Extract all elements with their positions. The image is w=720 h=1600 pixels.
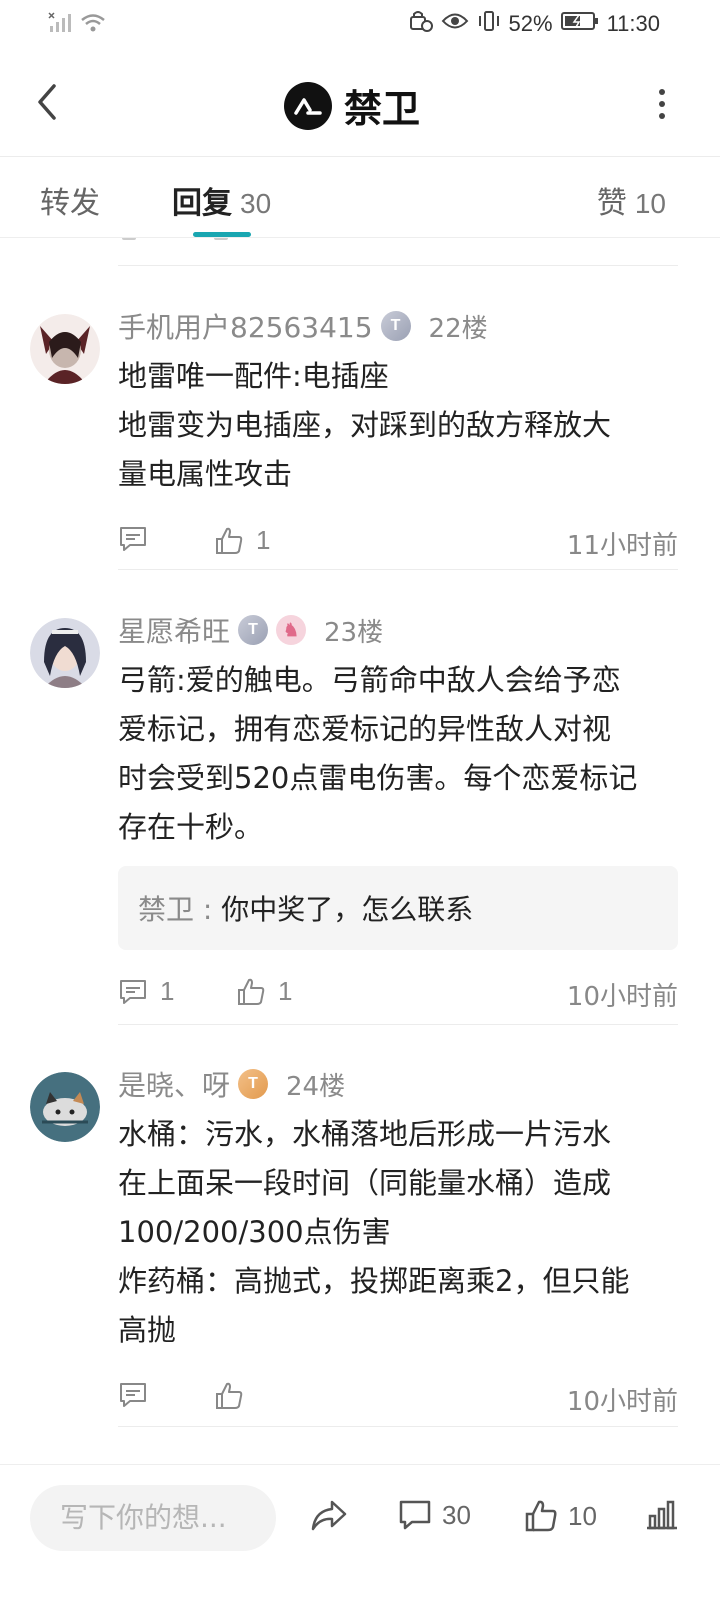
compose-input[interactable]: 写下你的想...	[30, 1485, 276, 1551]
active-tab-indicator	[193, 232, 251, 237]
signal-off-icon	[48, 12, 74, 38]
avatar[interactable]	[30, 1072, 100, 1142]
share-button[interactable]	[310, 1499, 348, 1533]
avatar[interactable]	[30, 618, 100, 688]
comment-text-line: 在上面呆一段时间（同能量水桶）造成	[118, 1166, 612, 1200]
bottom-action-bar: 写下你的想... 30 10	[0, 1464, 720, 1600]
reply-button[interactable]	[118, 1381, 160, 1409]
comment-text-line: 量电属性攻击	[118, 457, 293, 491]
thumbs-up-icon	[216, 527, 243, 554]
comment-text-line: 地雷变为电插座，对踩到的敌方释放大	[118, 408, 612, 442]
comments-button[interactable]: 30	[398, 1499, 471, 1531]
reply-button[interactable]	[118, 525, 160, 553]
comment-list[interactable]: 手机用户82563415 T 22楼 地雷唯一配件:电插座 地雷变为电插座，对踩…	[0, 238, 720, 1464]
thumbs-up-icon	[216, 1382, 243, 1409]
like-count: 1	[256, 525, 271, 555]
title-group: 禁卫	[284, 78, 420, 133]
tab-like[interactable]: 赞 10	[597, 178, 666, 222]
wifi-icon	[80, 12, 106, 38]
comment-username[interactable]: 手机用户82563415	[118, 306, 373, 346]
comment-timestamp: 11小时前	[566, 531, 678, 561]
tab-like-count: 10	[634, 188, 666, 219]
page-title: 禁卫	[344, 87, 421, 131]
like-count: 1	[278, 976, 293, 1006]
comment-timestamp: 10小时前	[566, 1387, 678, 1417]
like-button[interactable]: 1	[214, 525, 270, 556]
battery-icon	[560, 11, 599, 37]
comment-text-line: 存在十秒。	[118, 810, 264, 844]
more-vertical-icon[interactable]	[650, 82, 674, 126]
stats-button[interactable]	[644, 1499, 680, 1531]
comment-text-line: 炸药桶：高抛式，投掷距离乘2，但只能	[118, 1264, 630, 1298]
avatar[interactable]	[30, 314, 100, 384]
comment-text-line: 爱标记，拥有恋爱标记的异性敌人对视	[118, 712, 612, 746]
tab-forward[interactable]: 转发	[40, 178, 100, 222]
comment-username[interactable]: 星愿希旺	[118, 610, 230, 650]
level-badge-icon: T	[238, 1069, 269, 1099]
reply-button[interactable]: 1	[118, 976, 174, 1007]
tab-reply[interactable]: 回复 30	[172, 178, 271, 222]
vibrate-icon	[477, 10, 501, 38]
floor-number: 22楼	[428, 313, 488, 344]
comment-icon	[399, 1500, 431, 1530]
comment-text-line: 高抛	[118, 1313, 177, 1347]
header-divider	[0, 156, 720, 157]
reply-preview-text: 你中奖了，怎么联系	[221, 893, 474, 926]
level-badge-icon: T	[238, 615, 269, 645]
vpn-icon	[409, 10, 433, 38]
comment-divider	[118, 569, 678, 570]
stats-icon	[647, 1500, 677, 1530]
tab-bar: 转发 回复 30 赞 10	[0, 158, 720, 238]
like-count: 10	[568, 1500, 597, 1531]
comment-divider	[118, 1024, 678, 1025]
like-button[interactable]	[214, 1381, 256, 1411]
floor-number: 24楼	[286, 1071, 346, 1102]
comment-count: 30	[442, 1499, 471, 1530]
brand-logo-icon	[284, 81, 332, 130]
tab-reply-count: 30	[240, 188, 272, 219]
medal-badge-icon: ♞	[276, 615, 307, 645]
reply-preview[interactable]: 禁卫 : 你中奖了，怎么联系	[118, 866, 678, 950]
comment-icon	[120, 1383, 146, 1407]
comment-text-line: 时会受到520点雷电伤害。每个恋爱标记	[118, 761, 638, 795]
back-button[interactable]	[24, 78, 68, 126]
comment-divider	[118, 1426, 678, 1427]
comment-text-line: 地雷唯一配件:电插座	[118, 359, 389, 393]
like-post-button[interactable]: 10	[524, 1499, 597, 1533]
eye-icon	[441, 10, 469, 38]
clock: 11:30	[606, 11, 660, 36]
reply-preview-user[interactable]: 禁卫	[138, 893, 194, 926]
back-arrow-icon	[38, 84, 56, 120]
top-app-bar: 禁卫	[0, 48, 720, 156]
comment-text-line: 水桶：污水，水桶落地后形成一片污水	[118, 1117, 612, 1151]
floor-number: 23楼	[324, 617, 384, 648]
previous-comment-cutoff	[118, 238, 678, 266]
share-icon	[311, 1500, 347, 1531]
like-button[interactable]: 1	[236, 976, 292, 1007]
like-icon	[525, 1500, 557, 1532]
comment-text-line: 弓箭:爱的触电。弓箭命中敌人会给予恋	[118, 663, 621, 697]
level-badge-icon: T	[380, 311, 411, 341]
status-bar: 52% 11:30	[0, 0, 720, 48]
comment-timestamp: 10小时前	[566, 982, 678, 1012]
comment-icon	[120, 979, 146, 1004]
comment-username[interactable]: 是晓、呀	[118, 1064, 230, 1104]
comment-text-line: 100/200/300点伤害	[118, 1215, 391, 1249]
comment-icon	[120, 527, 146, 551]
reply-preview-separator: :	[194, 893, 222, 926]
tab-reply-label: 回复	[172, 186, 232, 221]
battery-percent: 52%	[508, 11, 553, 36]
thumbs-up-icon	[238, 978, 265, 1005]
reply-count: 1	[160, 976, 175, 1006]
tab-like-label: 赞	[596, 186, 627, 221]
